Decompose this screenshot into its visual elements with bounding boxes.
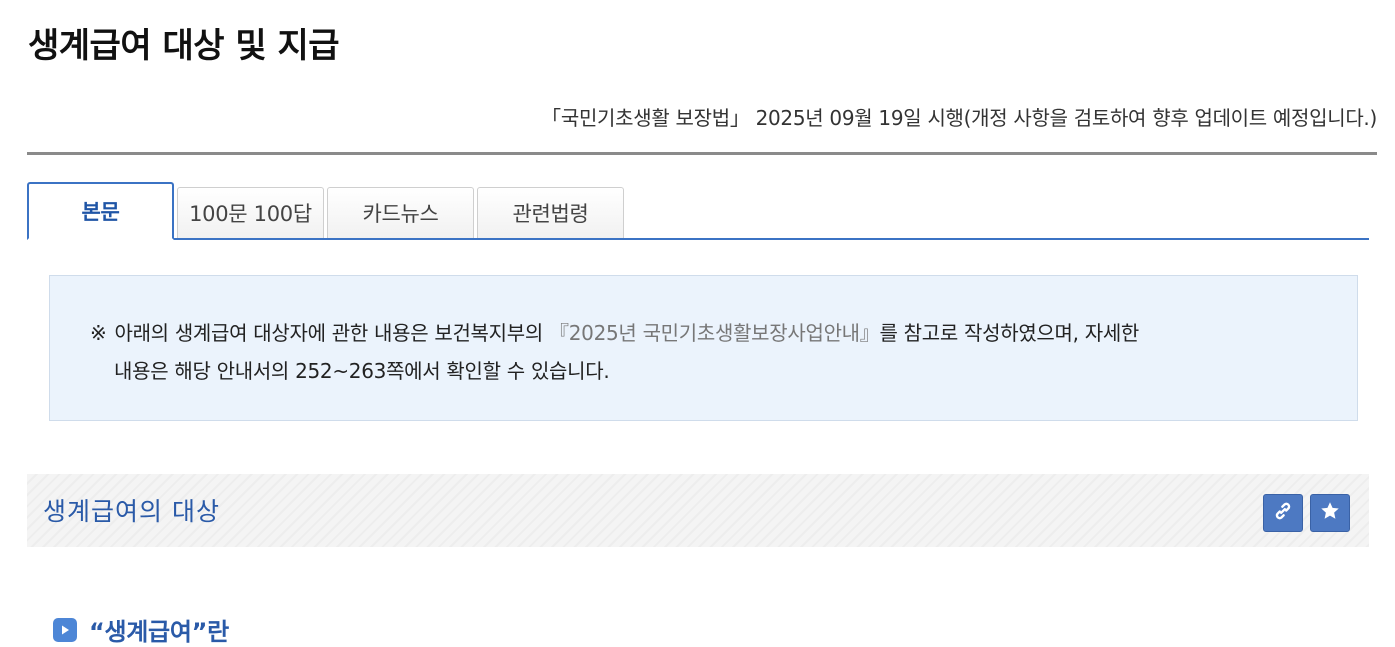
tab-100-qna[interactable]: 100문 100답: [177, 187, 324, 238]
guide-book-title: 『2025년 국민기초생활보장사업안내』: [549, 321, 880, 345]
notice-mark: ※: [90, 321, 107, 345]
page-title: 생계급여 대상 및 지급: [28, 26, 340, 66]
tab-card-news[interactable]: 카드뉴스: [327, 187, 474, 238]
tab-bar: 본문 100문 100답 카드뉴스 관련법령: [27, 182, 1369, 240]
title-divider: [27, 152, 1377, 155]
notice-box: ※ 아래의 생계급여 대상자에 관한 내용은 보건복지부의 『2025년 국민기초…: [49, 275, 1358, 421]
subheading: “생계급여”란: [53, 612, 229, 647]
play-icon: [53, 617, 77, 642]
copy-link-button[interactable]: [1263, 494, 1303, 532]
law-enforcement-note: 「국민기초생활 보장법」 2025년 09월 19일 시행(개정 사항을 검토하…: [541, 106, 1377, 130]
section-header: 생계급여의 대상: [27, 474, 1369, 547]
tab-related-laws[interactable]: 관련법령: [477, 187, 624, 238]
notice-text-after: 를 참고로 작성하였으며, 자세한: [879, 321, 1140, 345]
favorite-button[interactable]: [1310, 494, 1350, 532]
star-icon: [1319, 500, 1341, 526]
notice-text-line2: 내용은 해당 안내서의 252~263쪽에서 확인할 수 있습니다.: [114, 359, 610, 383]
tab-main-text[interactable]: 본문: [27, 182, 174, 240]
link-icon: [1272, 500, 1294, 526]
notice-text-before: 아래의 생계급여 대상자에 관한 내용은 보건복지부의: [114, 321, 543, 345]
section-title: 생계급여의 대상: [43, 497, 220, 526]
subheading-text: “생계급여”란: [89, 618, 229, 646]
